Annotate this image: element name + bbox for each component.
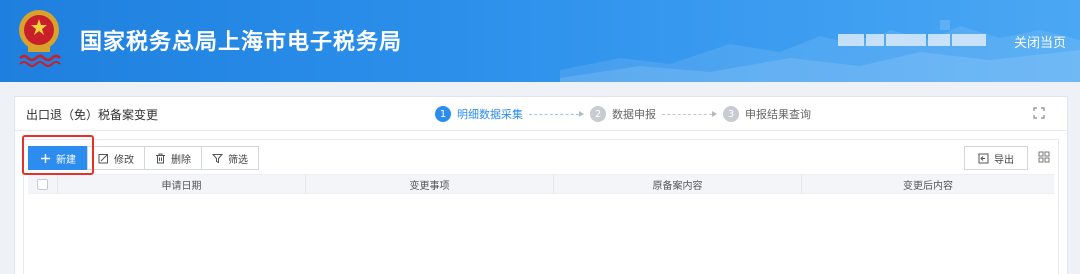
site-title: 国家税务总局上海市电子税务局 <box>80 30 403 55</box>
column-header[interactable]: 原备案内容 <box>554 175 802 193</box>
page-title: 出口退（免）税备案变更 <box>26 108 159 122</box>
data-section: 新建 修改 删除 筛选 导出 申请日期 变更事项 原备案内容 变更后内容 <box>23 139 1059 274</box>
step-1: 1 明细数据采集 <box>435 106 523 122</box>
step-label: 数据申报 <box>612 108 656 121</box>
edit-button-label: 修改 <box>114 154 134 166</box>
blurred-user-info <box>838 34 998 46</box>
filter-button[interactable]: 筛选 <box>201 146 259 170</box>
delete-button[interactable]: 删除 <box>144 146 202 170</box>
panel-header: 出口退（免）税备案变更 1 明细数据采集 2 数据申报 3 申报结果查询 <box>15 97 1067 131</box>
toolbar: 新建 修改 删除 筛选 <box>28 146 259 170</box>
national-emblem-icon <box>19 10 61 67</box>
step-number: 2 <box>590 106 606 122</box>
table-header: 申请日期 变更事项 原备案内容 变更后内容 <box>28 174 1054 194</box>
fullscreen-icon[interactable] <box>1033 107 1045 119</box>
step-3: 3 申报结果查询 <box>723 106 811 122</box>
plus-icon <box>41 153 50 163</box>
new-button-label: 新建 <box>56 154 76 166</box>
step-label: 申报结果查询 <box>745 108 811 121</box>
column-header[interactable]: 变更事项 <box>306 175 554 193</box>
delete-button-label: 删除 <box>171 154 191 166</box>
step-connector <box>529 111 584 117</box>
step-number: 3 <box>723 106 739 122</box>
app-header: 国家税务总局上海市电子税务局 关闭当页 <box>0 0 1080 82</box>
edit-button[interactable]: 修改 <box>87 146 145 170</box>
new-button[interactable]: 新建 <box>28 146 88 170</box>
export-button-label: 导出 <box>994 154 1014 166</box>
export-button[interactable]: 导出 <box>964 146 1028 170</box>
export-icon <box>978 153 989 163</box>
filter-icon <box>212 153 223 163</box>
close-page-link[interactable]: 关闭当页 <box>1014 32 1066 51</box>
select-all-cell <box>28 175 58 193</box>
column-settings-icon[interactable] <box>1038 151 1050 163</box>
select-all-checkbox[interactable] <box>37 178 48 190</box>
great-wall-background <box>560 20 1080 82</box>
edit-icon <box>98 153 108 163</box>
filter-button-label: 筛选 <box>228 154 248 166</box>
step-label: 明细数据采集 <box>457 108 523 121</box>
main-panel: 出口退（免）税备案变更 1 明细数据采集 2 数据申报 3 申报结果查询 新建 … <box>14 96 1068 274</box>
step-connector <box>662 111 717 117</box>
column-header[interactable]: 申请日期 <box>58 175 306 193</box>
step-number: 1 <box>435 106 451 122</box>
step-indicator: 1 明细数据采集 2 数据申报 3 申报结果查询 <box>435 106 811 122</box>
column-header[interactable]: 变更后内容 <box>802 175 1054 193</box>
trash-icon <box>156 153 165 163</box>
step-2: 2 数据申报 <box>590 106 656 122</box>
